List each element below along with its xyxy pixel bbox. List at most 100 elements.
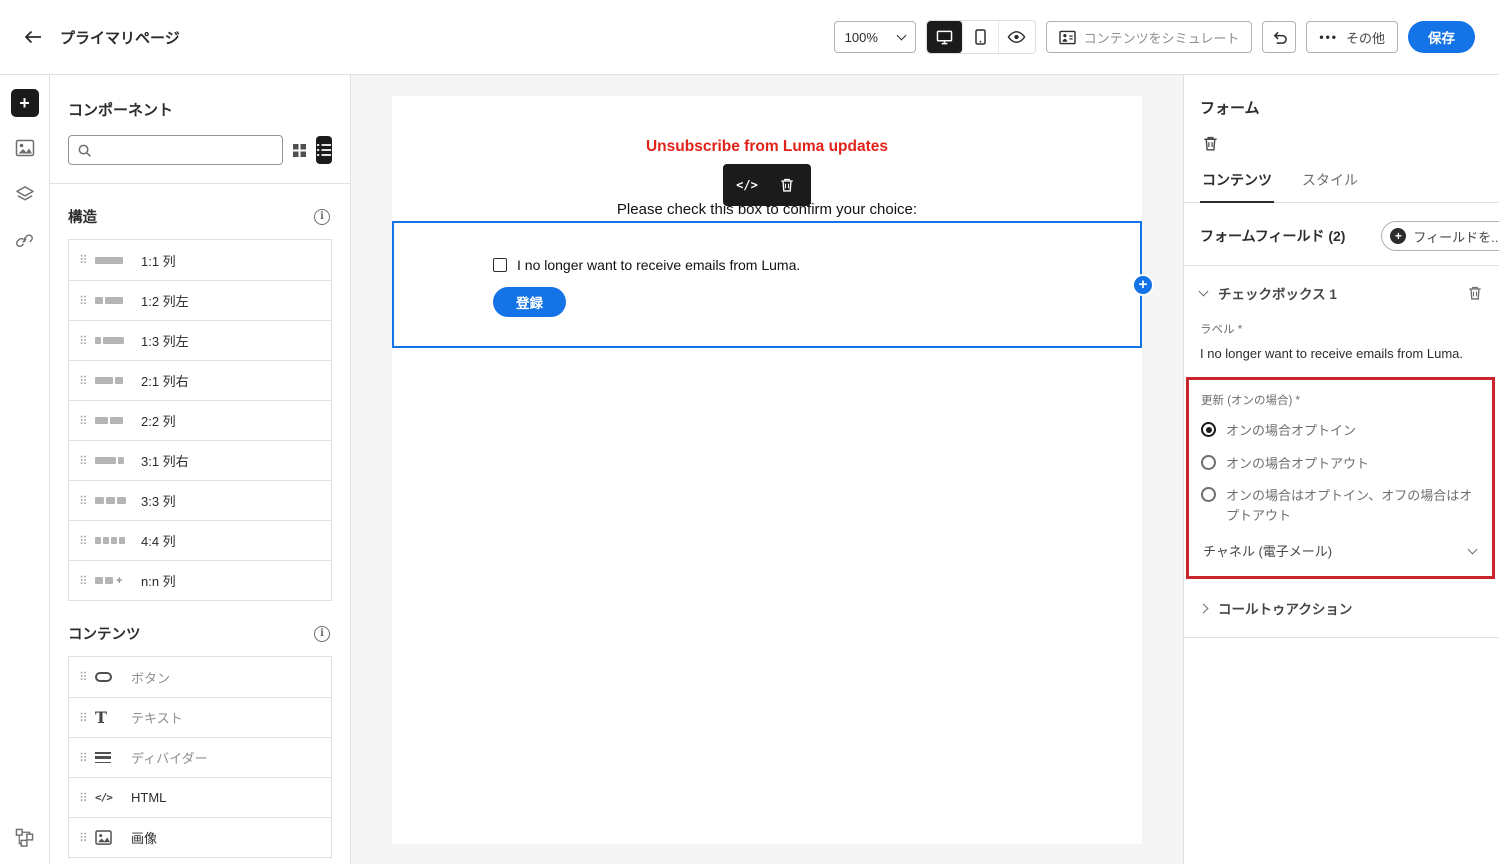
grid-view-button[interactable] (291, 136, 308, 164)
component-item-label: 1:2 列左 (141, 294, 189, 309)
drag-handle-icon[interactable]: ⠿ (79, 334, 95, 348)
radio-opt-out-on[interactable]: オンの場合オプトアウト (1201, 454, 1480, 474)
component-item-button[interactable]: ⠿ ボタン (69, 657, 331, 697)
drag-handle-icon[interactable]: ⠿ (79, 454, 95, 468)
component-item-2-1-right[interactable]: ⠿ 2:1 列右 (69, 360, 331, 400)
button-icon (95, 672, 125, 682)
links-button[interactable] (10, 225, 40, 255)
undo-button[interactable] (1262, 21, 1297, 53)
drag-handle-icon[interactable]: ⠿ (79, 711, 95, 725)
trash-icon (1203, 136, 1217, 151)
list-icon (316, 144, 331, 156)
info-icon[interactable]: i (314, 625, 330, 642)
columns-icon (95, 497, 135, 504)
component-item-label: 2:1 列右 (141, 374, 189, 389)
radio-label: オンの場合オプトアウト (1226, 455, 1370, 471)
tab-content[interactable]: コンテンツ (1200, 160, 1274, 203)
radio-opt-in-on-opt-out-off[interactable]: オンの場合はオプトイン、オフの場合はオプトアウト (1201, 486, 1480, 525)
radio-icon[interactable] (1201, 487, 1216, 502)
panel-title: フォーム (1200, 100, 1260, 117)
columns-icon (95, 457, 135, 464)
drag-handle-icon[interactable]: ⠿ (79, 791, 95, 805)
mobile-preview-button[interactable] (962, 21, 999, 53)
register-button[interactable]: 登録 (493, 287, 566, 317)
radio-icon[interactable] (1201, 454, 1216, 470)
tab-style[interactable]: スタイル (1300, 160, 1360, 202)
label-value[interactable]: I no longer want to receive emails from … (1200, 346, 1483, 361)
search-icon (78, 144, 91, 157)
panel-divider (1184, 637, 1499, 638)
radio-label: オンの場合はオプトイン、オフの場合はオプトアウト (1226, 488, 1473, 523)
preview-visibility-button[interactable] (998, 21, 1035, 53)
component-search-input[interactable] (98, 142, 274, 158)
chevron-down-icon (1467, 544, 1478, 554)
drag-handle-icon[interactable]: ⠿ (79, 534, 95, 548)
mobile-icon (974, 29, 986, 45)
layers-button[interactable] (10, 179, 40, 209)
component-item-n-n[interactable]: ⠿ + n:n 列 (69, 560, 331, 600)
component-item-label: 3:1 列右 (141, 454, 189, 469)
email-heading[interactable]: Unsubscribe from Luma updates (392, 138, 1142, 156)
component-item-3-1-right[interactable]: ⠿ 3:1 列右 (69, 440, 331, 480)
component-item-label: 1:1 列 (141, 253, 176, 269)
component-item-4-4[interactable]: ⠿ 4:4 列 (69, 520, 331, 560)
list-view-button[interactable] (315, 136, 332, 164)
image-icon (95, 830, 125, 845)
component-item-1-2-left[interactable]: ⠿ 1:2 列左 (69, 280, 331, 320)
component-item-2-2[interactable]: ⠿ 2:2 列 (69, 400, 331, 440)
device-preview-group (925, 20, 1036, 54)
channel-select[interactable]: チャネル (電子メール) (1201, 525, 1480, 568)
save-button[interactable]: 保存 (1408, 21, 1475, 53)
simulate-content-button[interactable]: コンテンツをシミュレート (1045, 21, 1253, 53)
delete-form-button[interactable] (1196, 130, 1224, 156)
form-component-selection[interactable]: I no longer want to receive emails from … (392, 221, 1154, 348)
component-item-1-3-left[interactable]: ⠿ 1:3 列左 (69, 320, 331, 360)
component-item-image[interactable]: ⠿ 画像 (69, 817, 331, 857)
structure-list: ⠿ 1:1 列 ⠿ 1:2 列左 ⠿ 1:3 列左 ⠿ 2:1 列右 ⠿ 2:2… (68, 239, 332, 601)
radio-selected-icon[interactable] (1201, 422, 1216, 437)
drag-handle-icon[interactable]: ⠿ (79, 574, 95, 588)
plus-icon: + (19, 93, 30, 113)
assets-button[interactable] (10, 133, 40, 163)
radio-label: オンの場合オプトイン (1226, 423, 1357, 438)
delete-field-button[interactable] (1467, 285, 1483, 301)
add-field-button[interactable]: + フィールドを... (1381, 221, 1499, 251)
content-title: コンテンツ (68, 627, 141, 643)
back-button[interactable] (18, 22, 48, 52)
zoom-select[interactable]: 100% (833, 21, 916, 53)
delete-component-button[interactable] (768, 167, 806, 203)
component-item-text[interactable]: ⠿ T テキスト (69, 697, 331, 737)
more-button[interactable]: ••• その他 (1306, 21, 1398, 53)
component-item-html[interactable]: ⠿ </> HTML (69, 777, 331, 817)
insert-component-button[interactable]: + (1132, 273, 1154, 296)
component-item-1-1[interactable]: ⠿ 1:1 列 (69, 240, 331, 280)
sidebar-divider (50, 183, 350, 184)
plus-icon: + (1390, 228, 1407, 244)
email-page[interactable]: Unsubscribe from Luma updates Please che… (392, 96, 1154, 844)
drag-handle-icon[interactable]: ⠿ (79, 751, 95, 765)
trash-icon (781, 178, 793, 192)
drag-handle-icon[interactable]: ⠿ (79, 374, 95, 388)
desktop-preview-button[interactable] (926, 21, 963, 53)
cta-section-header[interactable]: コールトゥアクション (1184, 579, 1499, 637)
drag-handle-icon[interactable]: ⠿ (79, 670, 95, 684)
info-icon[interactable]: i (314, 208, 330, 225)
unsubscribe-checkbox[interactable] (493, 258, 507, 272)
checkbox-section-header[interactable]: チェックボックス 1 (1184, 266, 1499, 317)
update-settings-highlight: 更新 (オンの場合) * オンの場合オプトイン オンの場合オプトアウト オンの場… (1186, 377, 1495, 579)
drag-handle-icon[interactable]: ⠿ (79, 414, 95, 428)
drag-handle-icon[interactable]: ⠿ (79, 494, 95, 508)
component-item-label: 2:2 列 (141, 414, 176, 429)
radio-opt-in-on[interactable]: オンの場合オプトイン (1201, 421, 1480, 441)
component-item-divider[interactable]: ⠿ ディバイダー (69, 737, 331, 777)
add-component-button[interactable]: + (10, 89, 39, 117)
content-tree-button[interactable] (10, 822, 40, 852)
add-field-label: フィールドを... (1413, 229, 1499, 245)
component-search[interactable] (68, 135, 283, 165)
drag-handle-icon[interactable]: ⠿ (79, 294, 95, 308)
drag-handle-icon[interactable]: ⠿ (79, 831, 95, 845)
edit-html-button[interactable]: </> (728, 167, 766, 203)
chevron-down-icon (896, 30, 907, 41)
component-item-3-3[interactable]: ⠿ 3:3 列 (69, 480, 331, 520)
drag-handle-icon[interactable]: ⠿ (79, 253, 95, 267)
